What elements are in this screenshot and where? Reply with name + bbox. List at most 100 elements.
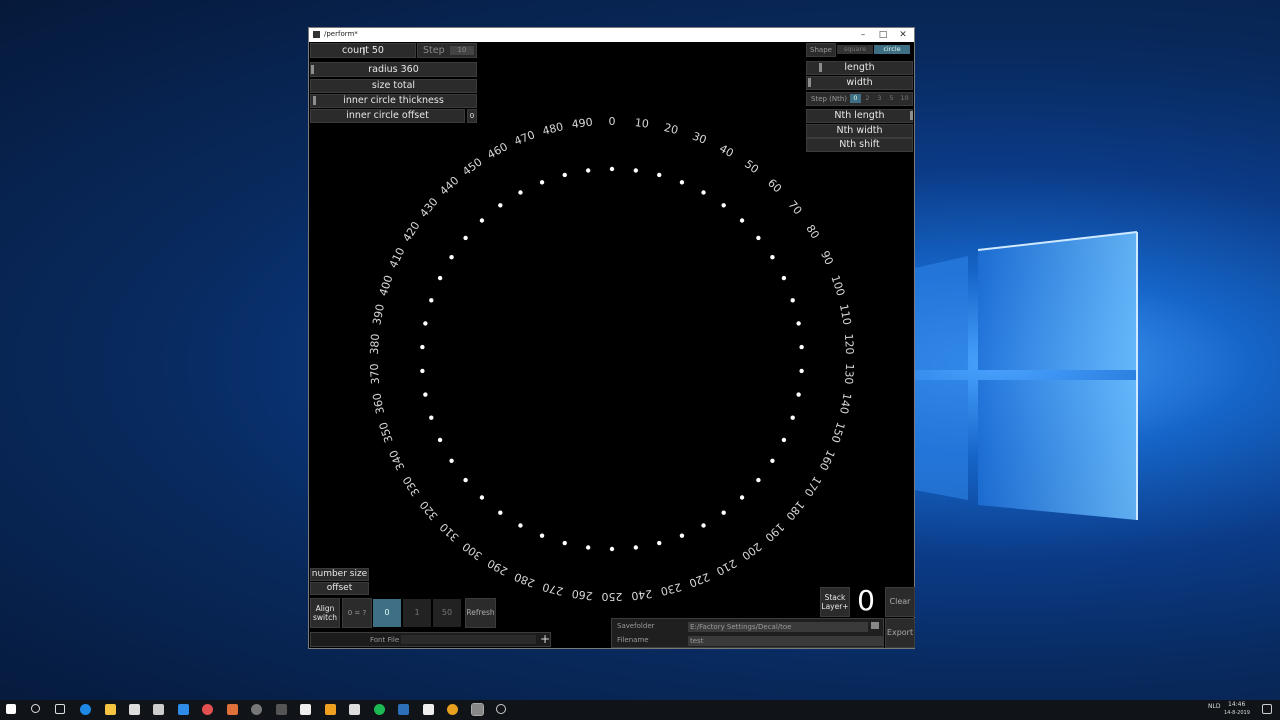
step-nth-option-2[interactable]: 2 <box>862 94 873 103</box>
stack-layer-button[interactable]: Stack Layer+ <box>820 587 850 617</box>
dial-dot <box>479 218 485 223</box>
step-field[interactable]: Step 10 <box>417 43 477 58</box>
offset-slider[interactable]: offset <box>310 582 369 595</box>
number-size-slider[interactable]: number size <box>310 568 369 581</box>
touchdesigner-icon[interactable] <box>471 703 484 716</box>
notification-icon[interactable] <box>1262 704 1272 714</box>
dial-label: 90 <box>818 249 836 267</box>
length-slider[interactable]: length <box>806 61 913 75</box>
count-slider[interactable]: count 50 <box>310 43 416 58</box>
folder-icon[interactable] <box>871 622 879 629</box>
step-nth-option-0[interactable]: 0 <box>850 94 861 103</box>
dial-label: 330 <box>400 474 422 499</box>
clear-button[interactable]: Clear <box>885 587 915 617</box>
dial-dot <box>585 545 591 550</box>
task-view-icon[interactable] <box>55 704 65 714</box>
slider-handle[interactable] <box>819 63 822 72</box>
font-file-row: Font File + <box>310 632 551 647</box>
add-font-button[interactable]: + <box>540 632 550 646</box>
offset-label: offset <box>326 583 353 593</box>
dial-dot <box>633 545 639 550</box>
inner-circle-offset-value[interactable]: 0 <box>467 109 477 123</box>
store-icon[interactable] <box>129 704 140 715</box>
photoshop-icon[interactable] <box>398 704 409 715</box>
dial-dot <box>657 172 662 178</box>
dial-dot <box>420 344 425 350</box>
shape-option-circle[interactable]: circle <box>874 45 910 54</box>
dial-label: 460 <box>485 140 510 162</box>
app-icon-circle[interactable] <box>496 704 506 714</box>
app-icon-white[interactable] <box>349 704 360 715</box>
dial-label: 70 <box>786 198 805 217</box>
dial-label: 160 <box>817 448 838 473</box>
step-nth-option-3[interactable]: 3 <box>874 94 885 103</box>
inner-circle-thickness-slider[interactable]: inner circle thickness <box>310 94 477 108</box>
export-button[interactable]: Export <box>885 618 915 648</box>
align-option-0[interactable]: 0 <box>373 599 401 627</box>
dial-dot <box>437 275 443 281</box>
dial-dot <box>657 540 662 546</box>
align-switch-button[interactable]: Align switch <box>310 598 340 628</box>
dial-label: 300 <box>460 540 485 563</box>
dial-dot <box>781 437 787 443</box>
slider-handle[interactable] <box>808 78 811 87</box>
dial-label: 380 <box>368 333 382 355</box>
mail-icon[interactable] <box>153 704 164 715</box>
dial-label: 140 <box>837 392 854 415</box>
filename-input[interactable]: test <box>688 636 883 646</box>
dial-dot <box>701 523 706 528</box>
title-bar[interactable]: /perform* – □ ✕ <box>309 28 914 42</box>
shape-option-square[interactable]: square <box>837 45 873 54</box>
slider-handle[interactable] <box>313 96 316 105</box>
clock-time[interactable]: 14:46 <box>1228 701 1245 708</box>
step-nth-label: Step (Nth) <box>811 95 848 103</box>
dial-label: 480 <box>541 120 565 138</box>
slider-handle[interactable] <box>311 65 314 74</box>
refresh-button[interactable]: Refresh <box>465 598 496 628</box>
app-icon-gray[interactable] <box>276 704 287 715</box>
sublime-icon[interactable] <box>325 704 336 715</box>
file-explorer-icon[interactable] <box>105 704 116 715</box>
font-file-input[interactable] <box>401 635 536 644</box>
app-icon-doc[interactable] <box>423 704 434 715</box>
clock-date[interactable]: 14-8-2019 <box>1224 710 1250 716</box>
width-slider[interactable]: width <box>806 76 913 90</box>
dial-label: 10 <box>634 116 650 131</box>
nth-length-slider[interactable]: Nth length <box>806 109 913 123</box>
dial-dots <box>420 166 804 552</box>
nth-width-slider[interactable]: Nth width <box>806 124 913 138</box>
app-icon-red[interactable] <box>202 704 213 715</box>
step-label: Step <box>423 45 445 56</box>
maximize-button[interactable]: □ <box>873 29 893 41</box>
nth-shift-slider[interactable]: Nth shift <box>806 138 913 152</box>
app-icon-orange[interactable] <box>227 704 238 715</box>
start-icon[interactable] <box>6 704 16 714</box>
language-indicator[interactable]: NLD <box>1208 703 1220 710</box>
app-icon-blue[interactable] <box>178 704 189 715</box>
step-value[interactable]: 10 <box>450 46 474 55</box>
dial-label: 340 <box>387 448 408 473</box>
dial-dot <box>756 477 761 483</box>
dial-dot <box>609 166 615 172</box>
spotify-icon[interactable] <box>374 704 385 715</box>
document-icon[interactable] <box>300 704 311 715</box>
main-canvas: 0 10 20 30 40 50 60 70 80 90 100 110 120 130 140 150 160… <box>309 42 915 648</box>
slider-handle[interactable] <box>910 111 913 120</box>
size-total-slider[interactable]: size total <box>310 79 477 93</box>
step-nth-option-5[interactable]: 5 <box>886 94 897 103</box>
radius-slider[interactable]: radius 360 <box>310 62 477 77</box>
chrome-icon[interactable] <box>447 704 458 715</box>
align-option-1[interactable]: 1 <box>403 599 431 627</box>
savefolder-input[interactable]: E:/Factory Settings/Decal/toe <box>688 622 868 632</box>
dial-dot <box>585 168 591 173</box>
step-nth-option-10[interactable]: 10 <box>898 94 911 103</box>
close-button[interactable]: ✕ <box>893 29 913 41</box>
dial-label: 220 <box>687 570 711 590</box>
minimize-button[interactable]: – <box>853 29 873 41</box>
edge-icon[interactable] <box>80 704 91 715</box>
align-option-50[interactable]: 50 <box>433 599 461 627</box>
search-icon[interactable] <box>31 704 40 713</box>
inner-circle-offset-slider[interactable]: inner circle offset <box>310 109 465 123</box>
davinci-icon[interactable] <box>251 704 262 715</box>
app-icon <box>313 31 320 38</box>
